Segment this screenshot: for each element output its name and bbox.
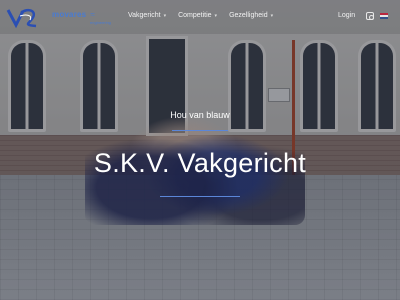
login-link[interactable]: Login — [338, 12, 355, 19]
menu-item-vakgericht[interactable]: Vakgericht ▾ — [128, 12, 166, 19]
chevron-down-icon: ▾ — [214, 12, 218, 19]
vakgericht-logo[interactable] — [6, 7, 40, 29]
instagram-icon[interactable] — [366, 12, 374, 20]
main-menu: Vakgericht ▾ Competitie ▾ Gezelligheid ▾ — [128, 12, 273, 19]
kicker-divider — [172, 130, 228, 131]
menu-item-label: Gezelligheid — [229, 12, 268, 19]
hero-kicker: Hou van blauw — [170, 110, 230, 120]
hero-title: S.K.V. Vakgericht — [93, 148, 307, 178]
partner-logo[interactable]: movares ≈ engineering — [52, 10, 111, 25]
chevron-down-icon: ▾ — [270, 12, 274, 19]
menu-item-competitie[interactable]: Competitie ▾ — [178, 12, 217, 19]
menu-item-label: Vakgericht — [128, 12, 161, 19]
partner-mark-icon: ≈ — [90, 10, 95, 19]
menu-item-gezelligheid[interactable]: Gezelligheid ▾ — [229, 12, 273, 19]
partner-subtitle: engineering — [90, 20, 111, 25]
navbar: movares ≈ engineering Vakgericht ▾ Compe… — [0, 0, 400, 34]
dutch-flag-icon[interactable] — [380, 13, 388, 19]
menu-item-label: Competitie — [178, 12, 212, 19]
partner-name: movares — [52, 10, 87, 19]
chevron-down-icon: ▾ — [163, 12, 167, 19]
title-divider — [160, 196, 240, 197]
